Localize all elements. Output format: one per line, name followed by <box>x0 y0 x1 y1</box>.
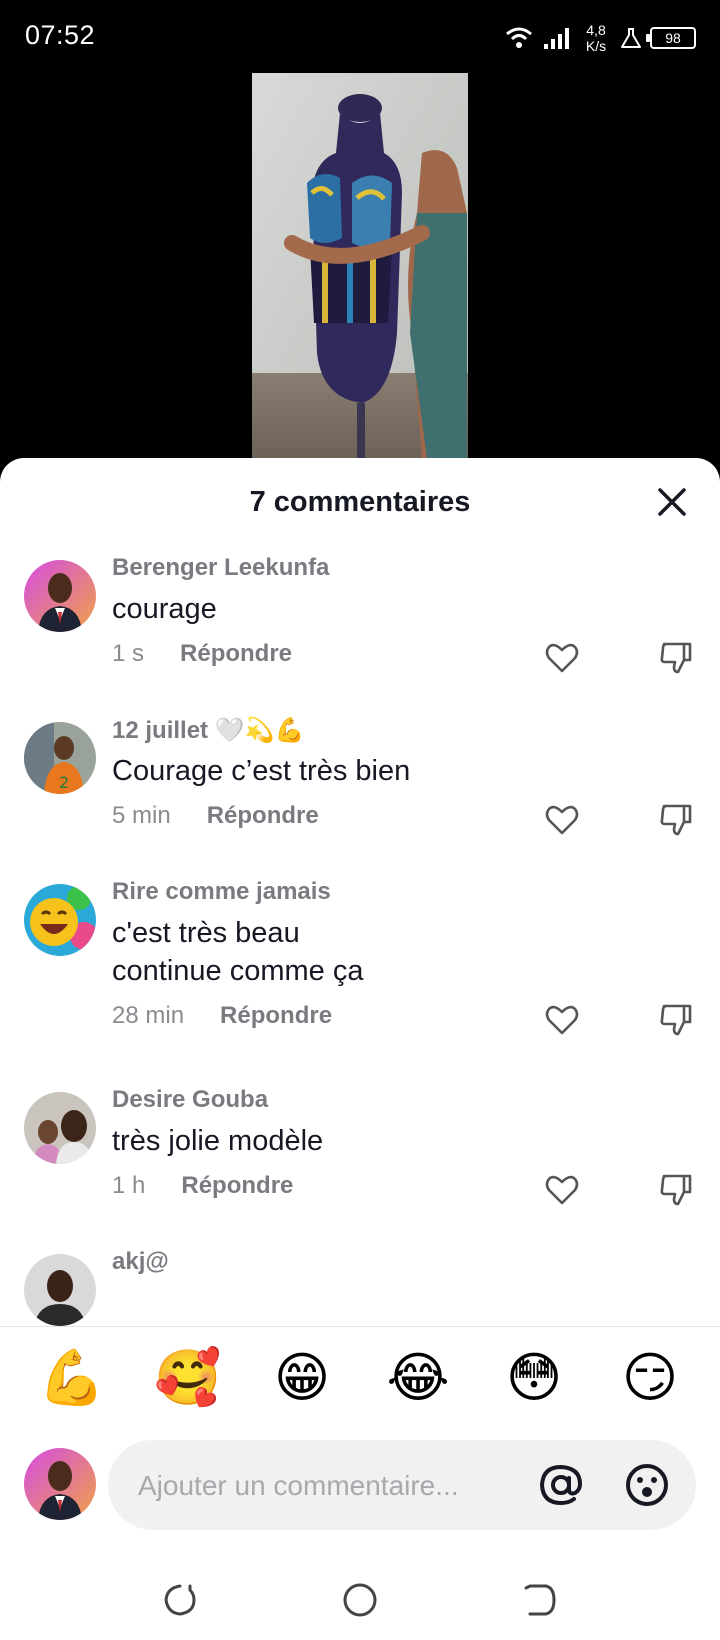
author-name: Berenger Leekunfa <box>112 554 330 581</box>
emoji-smiling-hearts[interactable]: 🥰 <box>154 1346 221 1410</box>
wifi-icon <box>506 27 532 48</box>
comment-input-container <box>108 1440 696 1532</box>
comment-time: 1 s <box>112 640 145 667</box>
status-icons: 4,8 K/s 98 <box>504 18 696 58</box>
video-thumbnail <box>252 73 468 458</box>
avatar[interactable] <box>24 884 96 956</box>
heart-icon[interactable] <box>544 640 580 676</box>
video-preview[interactable] <box>252 73 468 458</box>
net-speed-value: 4,8 <box>586 22 606 38</box>
reply-button[interactable]: Répondre <box>220 1002 332 1030</box>
comment-meta: 1 s Répondre <box>112 640 292 668</box>
home-icon[interactable] <box>340 1580 380 1620</box>
back-icon[interactable] <box>520 1580 560 1620</box>
battery-indicator: 98 <box>646 27 696 49</box>
author-name: 12 juillet <box>112 717 209 744</box>
comments-sheet: 7 commentaires Berenger Leekunfa courage… <box>0 458 720 1640</box>
author-name: Rire comme jamais <box>112 878 331 905</box>
thumbs-down-icon[interactable] <box>658 802 694 838</box>
reply-button[interactable]: Répondre <box>207 802 319 830</box>
status-time: 07:52 <box>25 20 96 50</box>
heart-icon[interactable] <box>544 1172 580 1208</box>
comment-author[interactable]: akj@ <box>112 1248 169 1276</box>
divider <box>0 1326 720 1327</box>
comment-meta: 1 h Répondre <box>112 1172 293 1200</box>
net-speed-unit: K/s <box>585 38 607 54</box>
thumbs-down-icon[interactable] <box>658 1172 694 1208</box>
comment-text: Courage c’est très bien <box>112 755 411 787</box>
avatar[interactable]: 2 <box>24 722 96 794</box>
comment-author[interactable]: Rire comme jamais <box>112 878 331 906</box>
comment-time: 5 min <box>112 802 171 829</box>
reply-button[interactable]: Répondre <box>180 640 292 668</box>
emoji-flushed[interactable]: 😳 <box>502 1346 566 1410</box>
comment-meta: 5 min Répondre <box>112 802 319 830</box>
comment-input[interactable] <box>136 1440 510 1532</box>
network-speed: 4,8 K/s <box>580 22 612 54</box>
comment-time: 28 min <box>112 1002 185 1029</box>
quick-emoji-bar: 💪 🥰 😁 😂 😳 😏 <box>0 1346 720 1426</box>
emoji-tears-of-joy[interactable]: 😂 <box>386 1346 450 1410</box>
status-bar: 07:52 4,8 K/s 98 <box>0 0 720 74</box>
comment-author[interactable]: Berenger Leekunfa <box>112 554 329 582</box>
mention-icon[interactable] <box>538 1462 584 1508</box>
signal-icon <box>544 28 569 49</box>
author-name: Desire Gouba <box>112 1086 269 1113</box>
comment-time: 1 h <box>112 1172 146 1199</box>
comment-author[interactable]: 12 juillet 🤍💫💪 <box>112 716 304 745</box>
comment-text: très jolie modèle <box>112 1125 324 1157</box>
comment-meta: 28 min Répondre <box>112 1002 332 1030</box>
close-icon[interactable] <box>652 482 692 522</box>
system-nav-bar <box>0 1580 720 1640</box>
comment-text: c'est très beau continue comme ça <box>112 917 364 987</box>
comments-list[interactable]: Berenger Leekunfa courage 1 s Répondre 2… <box>0 548 720 1428</box>
comment-author[interactable]: Desire Gouba <box>112 1086 268 1114</box>
reply-button[interactable]: Répondre <box>181 1172 293 1200</box>
comment-text: courage <box>112 593 217 625</box>
author-emoji: 🤍💫💪 <box>214 717 305 744</box>
emoji-smirk[interactable]: 😏 <box>618 1346 682 1410</box>
thumbs-down-icon[interactable] <box>658 640 694 676</box>
current-user-avatar <box>24 1448 96 1520</box>
emoji-flexed-biceps[interactable]: 💪 <box>38 1346 105 1410</box>
lab-flask-icon <box>621 28 641 48</box>
avatar[interactable] <box>24 1254 96 1326</box>
emoji-picker-icon[interactable] <box>624 1462 670 1508</box>
author-name: akj@ <box>112 1248 169 1275</box>
heart-icon[interactable] <box>544 802 580 838</box>
comments-count-title: 7 commentaires <box>249 486 471 518</box>
emoji-beaming-grin[interactable]: 😁 <box>270 1346 334 1410</box>
svg-text:2: 2 <box>59 773 69 792</box>
heart-icon[interactable] <box>544 1002 580 1038</box>
avatar[interactable] <box>24 1092 96 1164</box>
avatar[interactable] <box>24 560 96 632</box>
thumbs-down-icon[interactable] <box>658 1002 694 1038</box>
recents-icon[interactable] <box>160 1580 200 1620</box>
